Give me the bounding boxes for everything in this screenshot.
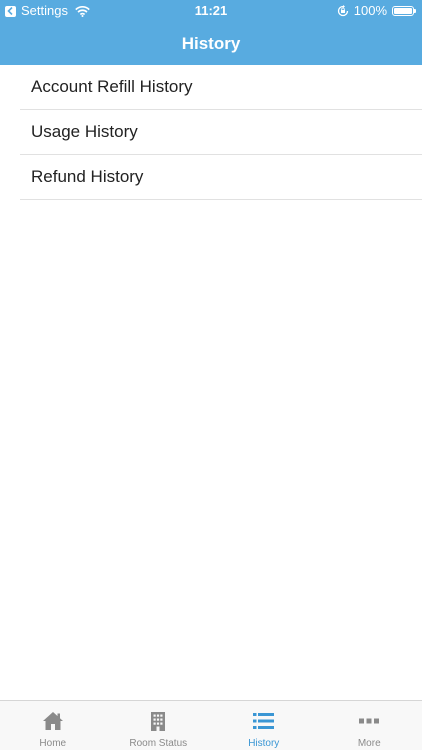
navigation-header: Settings 11:21 100% History (0, 0, 422, 65)
tab-home[interactable]: Home (0, 701, 106, 750)
tab-bar: Home Room Status History More (0, 700, 422, 750)
list-icon (253, 710, 275, 732)
building-icon (150, 710, 166, 732)
status-bar: Settings 11:21 100% (0, 0, 422, 22)
tab-more-label: More (357, 738, 381, 749)
list-item-refund-history[interactable]: Refund History (20, 155, 422, 200)
tab-home-label: Home (39, 738, 67, 749)
tab-more[interactable]: More (317, 701, 422, 750)
list-item-usage-history[interactable]: Usage History (20, 110, 422, 155)
battery-icon (392, 6, 416, 16)
page-title: History (181, 34, 241, 53)
history-list: Account Refill History Usage History Ref… (0, 65, 422, 200)
rotation-lock-icon (337, 5, 348, 17)
tab-history[interactable]: History (211, 701, 317, 750)
tab-history-label: History (248, 738, 280, 749)
status-right: 100% (337, 0, 416, 22)
home-icon (42, 710, 64, 732)
tab-room-status-label: Room Status (129, 738, 188, 749)
battery-percent: 100% (353, 3, 387, 18)
list-item-account-refill-history[interactable]: Account Refill History (20, 65, 422, 110)
more-icon (359, 710, 380, 732)
tab-room-status[interactable]: Room Status (106, 701, 212, 750)
